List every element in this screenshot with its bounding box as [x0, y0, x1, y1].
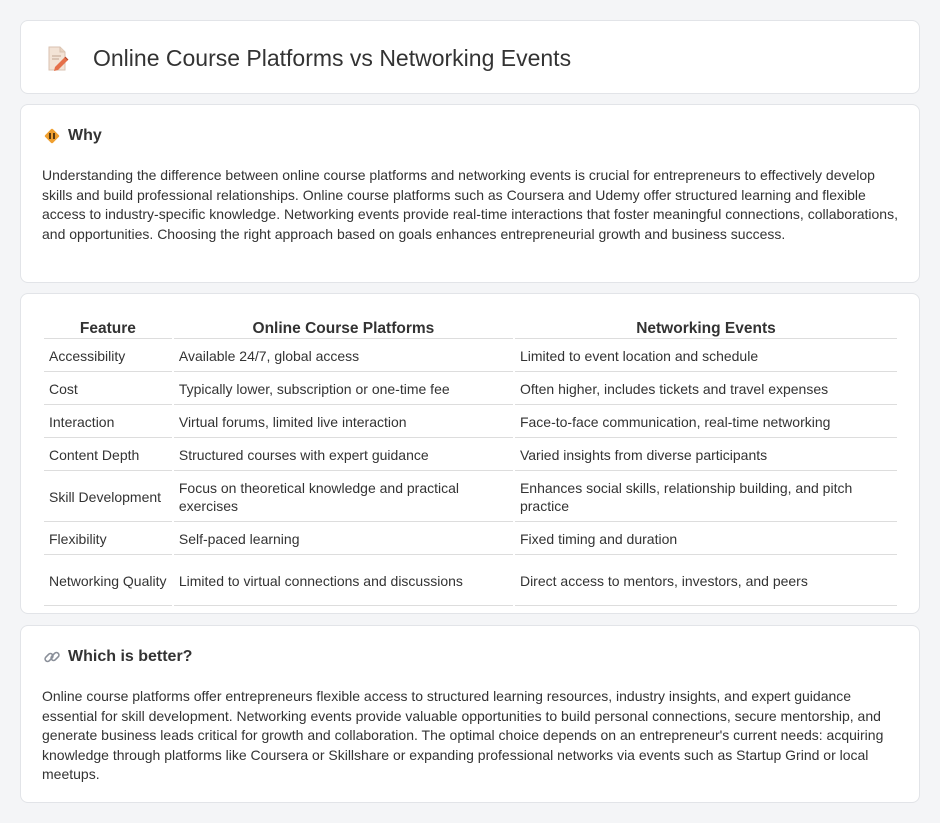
why-heading-row: Why [43, 127, 102, 145]
networking-cell: Enhances social skills, relationship bui… [514, 473, 897, 522]
why-section: Why Understanding the difference between… [20, 104, 920, 283]
online-cell: Limited to virtual connections and discu… [173, 557, 513, 606]
title-row: Online Course Platforms vs Networking Ev… [47, 45, 571, 72]
comparison-section: Feature Online Course Platforms Networki… [20, 293, 920, 614]
online-cell: Structured courses with expert guidance [173, 440, 513, 471]
table-row: Content Depth Structured courses with ex… [44, 440, 897, 471]
table-row: Skill Development Focus on theoretical k… [44, 473, 897, 522]
table-row: Interaction Virtual forums, limited live… [44, 407, 897, 438]
why-text: Understanding the difference between onl… [42, 167, 898, 242]
online-cell: Virtual forums, limited live interaction [173, 407, 513, 438]
feature-cell: Interaction [44, 407, 172, 438]
table-row: Flexibility Self-paced learning Fixed ti… [44, 524, 897, 555]
diamond-road-sign-icon [43, 127, 61, 145]
which-is-better-section: Which is better? Online course platforms… [20, 625, 920, 803]
table-row: Networking Quality Limited to virtual co… [44, 557, 897, 606]
header-feature: Feature [44, 318, 172, 339]
header-online-course-platforms: Online Course Platforms [173, 318, 513, 339]
online-cell: Available 24/7, global access [173, 341, 513, 372]
document-pencil-icon [47, 46, 69, 72]
header-networking-events: Networking Events [514, 318, 897, 339]
feature-cell: Networking Quality [44, 557, 172, 606]
networking-cell: Varied insights from diverse participant… [514, 440, 897, 471]
networking-cell: Face-to-face communication, real-time ne… [514, 407, 897, 438]
better-text: Online course platforms offer entreprene… [42, 688, 884, 783]
networking-cell: Limited to event location and schedule [514, 341, 897, 372]
networking-cell: Direct access to mentors, investors, and… [514, 557, 897, 606]
comparison-table: Feature Online Course Platforms Networki… [42, 316, 899, 608]
table-row: Accessibility Available 24/7, global acc… [44, 341, 897, 372]
networking-cell: Fixed timing and duration [514, 524, 897, 555]
better-heading: Which is better? [68, 648, 193, 665]
online-cell: Self-paced learning [173, 524, 513, 555]
why-heading: Why [68, 127, 102, 144]
online-cell: Typically lower, subscription or one-tim… [173, 374, 513, 405]
feature-cell: Accessibility [44, 341, 172, 372]
link-icon [43, 648, 61, 666]
feature-cell: Skill Development [44, 473, 172, 522]
feature-cell: Flexibility [44, 524, 172, 555]
online-cell: Focus on theoretical knowledge and pract… [173, 473, 513, 522]
networking-cell: Often higher, includes tickets and trave… [514, 374, 897, 405]
title-card: Online Course Platforms vs Networking Ev… [20, 20, 920, 94]
better-heading-row: Which is better? [43, 648, 192, 666]
table-header-row: Feature Online Course Platforms Networki… [44, 318, 897, 339]
table-row: Cost Typically lower, subscription or on… [44, 374, 897, 405]
feature-cell: Cost [44, 374, 172, 405]
feature-cell: Content Depth [44, 440, 172, 471]
page-title: Online Course Platforms vs Networking Ev… [93, 45, 572, 71]
